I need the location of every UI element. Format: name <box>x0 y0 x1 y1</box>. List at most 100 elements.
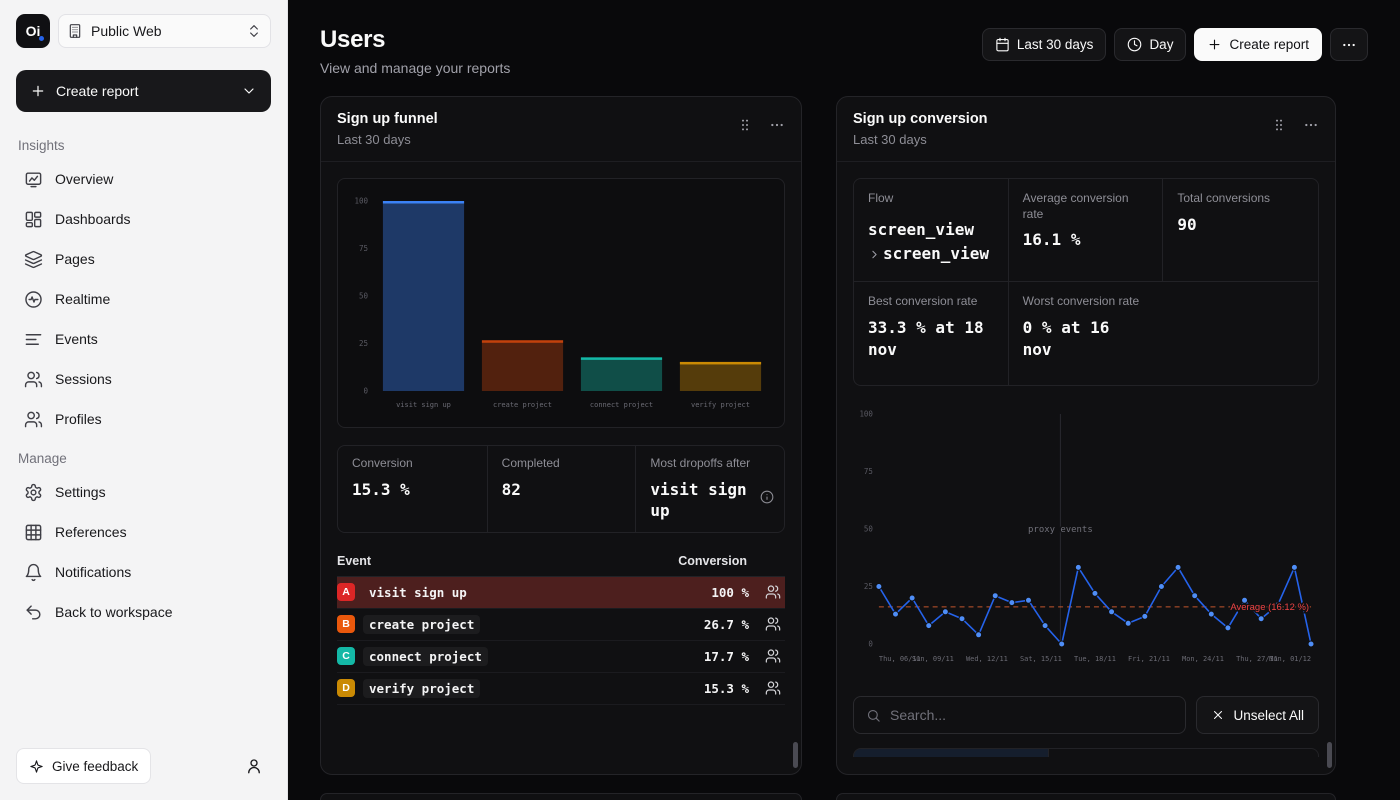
search-input[interactable] <box>890 707 1173 723</box>
stat-flow: Flow screen_view screen_view <box>854 179 1009 282</box>
step-badge: D <box>337 679 355 697</box>
funnel-card-actions <box>737 111 785 133</box>
sidebar-item-back-to-workspace[interactable]: Back to workspace <box>16 592 271 632</box>
card-scrollbar[interactable] <box>1327 742 1332 768</box>
event-name: verify project <box>363 679 480 698</box>
interval-label: Day <box>1149 37 1173 52</box>
stat-value: 33.3 % at 18 nov <box>868 317 988 362</box>
svg-text:create project: create project <box>493 401 552 409</box>
app-logo: Oi <box>16 14 50 48</box>
drag-handle-icon[interactable] <box>1271 117 1287 133</box>
svg-text:visit sign up: visit sign up <box>396 401 451 409</box>
header-actions: Last 30 days Day Create report <box>982 28 1368 61</box>
give-feedback-button[interactable]: Give feedback <box>16 748 151 784</box>
table-row[interactable]: C connect project 17.7 % <box>337 641 785 673</box>
page-subtitle: View and manage your reports <box>320 60 510 76</box>
table-row[interactable]: A visit sign up 100 % <box>337 577 785 609</box>
funnel-report-card: Sign up funnel Last 30 days 0255075100vi… <box>320 96 802 775</box>
svg-text:Fri, 21/11: Fri, 21/11 <box>1128 655 1170 663</box>
sidebar-item-events[interactable]: Events <box>16 319 271 359</box>
funnel-stats: Conversion 15.3 % Completed 82 Most drop… <box>337 445 785 533</box>
svg-text:25: 25 <box>359 339 368 348</box>
svg-text:100: 100 <box>859 409 873 418</box>
card-scrollbar[interactable] <box>793 742 798 768</box>
chevrons-up-down-icon <box>246 23 262 39</box>
workspace-selector[interactable]: Public Web <box>58 14 271 48</box>
back-arrow-icon <box>24 603 43 622</box>
svg-text:Mon, 01/12: Mon, 01/12 <box>1269 655 1311 663</box>
chevron-right-icon <box>868 248 881 261</box>
conversion-card-subtitle: Last 30 days <box>853 132 988 147</box>
event-filter-row: Unselect All <box>853 696 1319 734</box>
event-conversion: 15.3 % <box>704 681 749 696</box>
users-icon[interactable] <box>749 616 785 632</box>
stat-most-dropoffs: Most dropoffs after visit sign up <box>635 446 784 532</box>
conversion-stats: Flow screen_view screen_view Average con… <box>853 178 1319 386</box>
table-row[interactable]: B create project 26.7 % <box>337 609 785 641</box>
funnel-bar-chart: 0255075100visit sign upcreate projectcon… <box>337 178 785 428</box>
references-icon <box>24 523 43 542</box>
create-report-header-label: Create report <box>1229 37 1309 52</box>
sidebar-item-settings[interactable]: Settings <box>16 472 271 512</box>
search-box <box>853 696 1186 734</box>
stat-completed: Completed 82 <box>487 446 636 532</box>
flow-step-1: screen_view <box>868 219 988 241</box>
sidebar-item-label: Events <box>55 331 98 347</box>
sidebar-item-label: Overview <box>55 171 113 187</box>
sidebar-item-profiles[interactable]: Profiles <box>16 399 271 439</box>
event-conversion: 100 % <box>711 585 749 600</box>
sidebar-item-notifications[interactable]: Notifications <box>16 552 271 592</box>
card-menu-button[interactable] <box>769 117 785 133</box>
interval-button[interactable]: Day <box>1114 28 1186 61</box>
more-options-button[interactable] <box>1330 28 1368 61</box>
events-table-peek <box>853 748 1319 757</box>
pages-icon <box>24 250 43 269</box>
person-icon <box>245 757 263 775</box>
sidebar-item-label: Settings <box>55 484 106 500</box>
stat-label: Worst conversion rate <box>1023 294 1141 310</box>
info-icon[interactable] <box>760 490 774 509</box>
card-menu-button[interactable] <box>1303 117 1319 133</box>
stat-label: Flow <box>868 191 986 207</box>
building-icon <box>67 23 83 39</box>
users-icon[interactable] <box>749 648 785 664</box>
users-icon[interactable] <box>749 680 785 696</box>
sidebar-item-references[interactable]: References <box>16 512 271 552</box>
unselect-all-label: Unselect All <box>1233 708 1304 723</box>
conversion-line-chart: 0255075100proxy eventsAverage (16.12 %)T… <box>853 400 1319 670</box>
plus-icon <box>1207 37 1222 52</box>
event-name: connect project <box>363 647 488 666</box>
sidebar-item-sessions[interactable]: Sessions <box>16 359 271 399</box>
sidebar-item-pages[interactable]: Pages <box>16 239 271 279</box>
funnel-card-heading: Sign up funnel Last 30 days <box>337 111 438 147</box>
events-table-peek-cell <box>854 749 1049 757</box>
users-icon[interactable] <box>749 584 785 600</box>
flow-step-2-label: screen_view <box>883 243 989 265</box>
section-label-insights: Insights <box>18 138 271 153</box>
stat-value: 90 <box>1177 214 1297 236</box>
sidebar-item-realtime[interactable]: Realtime <box>16 279 271 319</box>
stat-conversion: Conversion 15.3 % <box>338 446 487 532</box>
table-row[interactable]: D verify project 15.3 % <box>337 673 785 705</box>
sidebar-item-label: Sessions <box>55 371 112 387</box>
sidebar-item-dashboards[interactable]: Dashboards <box>16 199 271 239</box>
profile-button[interactable] <box>237 749 271 783</box>
search-icon <box>866 708 881 723</box>
svg-text:75: 75 <box>864 467 873 476</box>
sidebar: Oi Public Web Create report Insights Ove… <box>0 0 288 800</box>
create-report-button[interactable]: Create report <box>16 70 271 112</box>
sidebar-item-label: Profiles <box>55 411 102 427</box>
unselect-all-button[interactable]: Unselect All <box>1196 696 1319 734</box>
chevron-down-icon <box>241 83 257 99</box>
sparkles-icon <box>29 759 44 774</box>
funnel-card-body: 0255075100visit sign upcreate projectcon… <box>321 162 801 721</box>
sidebar-item-overview[interactable]: Overview <box>16 159 271 199</box>
workspace-name: Public Web <box>91 23 238 39</box>
create-report-header-button[interactable]: Create report <box>1194 28 1322 61</box>
conversion-card-title: Sign up conversion <box>853 111 988 127</box>
drag-handle-icon[interactable] <box>737 117 753 133</box>
event-conversion: 26.7 % <box>704 617 749 632</box>
column-header-conversion: Conversion <box>678 554 749 568</box>
sidebar-item-label: Back to workspace <box>55 604 173 620</box>
date-range-button[interactable]: Last 30 days <box>982 28 1107 61</box>
